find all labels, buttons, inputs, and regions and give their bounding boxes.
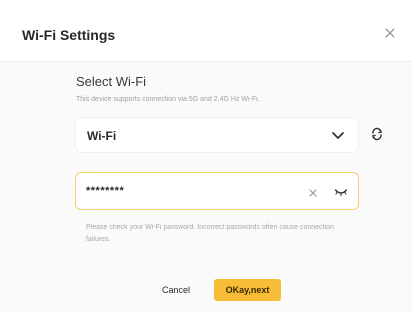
selected-network-label: Wi-Fi [87,129,117,143]
select-wifi-heading: Select Wi-Fi [76,74,147,89]
chevron-down-icon [332,132,344,139]
password-value: ******** [86,185,125,197]
eye-closed-icon [334,189,348,197]
dialog-title: Wi-Fi Settings [22,27,116,43]
refresh-icon [372,127,382,141]
okay-next-button[interactable]: OKay,next [214,279,281,301]
clear-icon [309,189,317,197]
refresh-networks-button[interactable] [370,127,384,141]
wifi-settings-dialog: Wi-Fi Settings Select Wi-Fi This device … [0,0,412,312]
close-button[interactable] [381,24,399,42]
wifi-network-select[interactable]: Wi-Fi [75,117,359,153]
toggle-password-visibility-button[interactable] [334,185,348,197]
select-wifi-subtitle: This device supports connection via 5G a… [76,96,260,103]
close-icon [385,28,395,38]
password-input[interactable]: ******** [75,172,359,210]
dialog-header: Wi-Fi Settings [0,0,412,62]
clear-password-button[interactable] [307,186,319,198]
password-hint-text: Please check your Wi-Fi password. Incorr… [86,224,334,243]
cancel-button[interactable]: Cancel [150,279,202,301]
